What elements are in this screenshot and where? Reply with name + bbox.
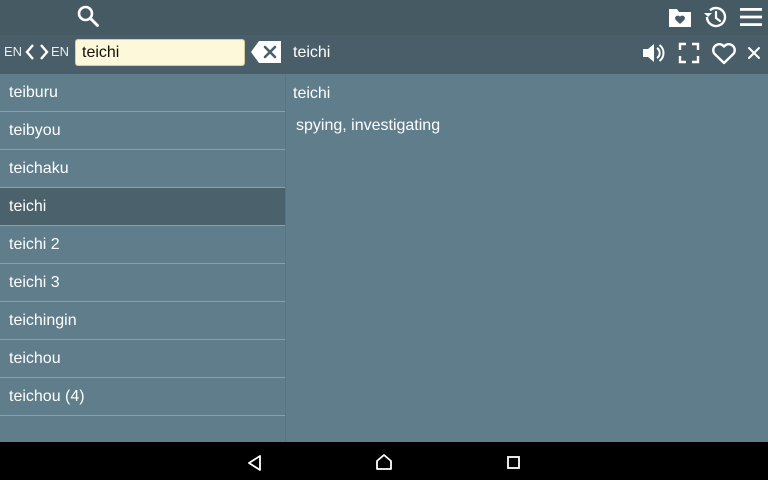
menu-icon[interactable] [738,5,764,29]
recents-icon[interactable] [503,452,525,474]
list-item[interactable]: teichi 2 [0,226,285,264]
folder-heart-icon[interactable] [667,5,693,29]
list-item[interactable]: teichaku [0,150,285,188]
fullscreen-icon[interactable] [676,40,702,66]
list-item[interactable]: teiburu [0,74,285,112]
list-item[interactable]: teichi 3 [0,264,285,302]
list-item[interactable]: teichou [0,340,285,378]
heart-icon[interactable] [710,40,738,66]
target-language-label[interactable]: EN [51,44,69,59]
clear-text-icon[interactable] [250,40,282,64]
entry-title: teichi [293,44,331,61]
list-item[interactable]: teibyou [0,112,285,150]
word-list: teiburu teibyou teichaku teichi teichi 2 teic… [0,74,285,442]
app-bar [0,0,768,35]
home-icon[interactable] [373,451,395,473]
entry-pane: teichi spying, investigating [286,74,768,442]
search-input[interactable] [75,39,245,66]
back-icon[interactable] [244,452,266,474]
list-item[interactable]: teichi [0,188,285,226]
history-icon[interactable] [702,4,728,30]
search-icon[interactable] [76,4,100,28]
source-language-label[interactable]: EN [4,44,22,59]
chevron-left-icon[interactable] [23,43,37,61]
list-item[interactable]: teichou (4) [0,378,285,416]
entry-definition: spying, investigating [296,117,441,134]
entry-headword: teichi [293,85,331,102]
chevron-right-icon[interactable] [37,43,51,61]
close-icon[interactable] [744,42,764,64]
speaker-icon[interactable] [640,40,666,66]
list-item[interactable]: teichingin [0,302,285,340]
